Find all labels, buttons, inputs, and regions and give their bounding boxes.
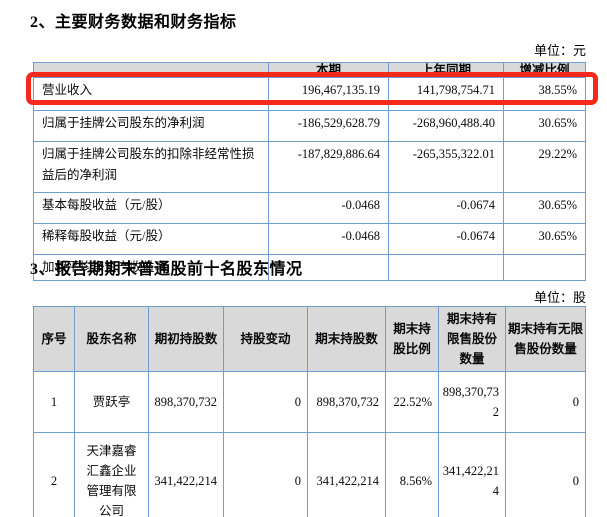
value-current: -0.0468 <box>268 192 389 224</box>
value-current: -186,529,628.79 <box>268 110 389 142</box>
value-change: 29.22% <box>503 141 586 193</box>
unit-label-share: 单位：股 <box>533 290 586 305</box>
col-header-restricted-shares: 期末持有限售股份数量 <box>438 306 506 372</box>
table-row-net-profit-excl-nonrecurring: 归属于挂牌公司股东的扣除非经常性损益后的净利润 -187,829,886.64 … <box>33 141 586 193</box>
value-current: -187,829,886.64 <box>268 141 389 193</box>
col-header-shareholder-name: 股东名称 <box>74 306 149 372</box>
value-prior: -0.0674 <box>388 223 504 255</box>
table-row-diluted-eps: 稀释每股收益（元/股） -0.0468 -0.0674 30.65% <box>33 223 586 255</box>
col-header-unrestricted-shares: 期末持有无限售股份数量 <box>505 306 586 372</box>
value-change <box>503 254 586 281</box>
restricted-shares: 341,422,214 <box>438 432 506 517</box>
value-prior: -0.0674 <box>388 192 504 224</box>
restricted-shares: 898,370,732 <box>438 371 506 433</box>
value-prior: -265,355,322.01 <box>388 141 504 193</box>
report-page: 2、主要财务数据和财务指标 单位：元 本期 上年同期 增减比例 营业收入 196… <box>0 0 607 517</box>
final-ratio: 22.52% <box>385 371 439 433</box>
table-row-basic-eps: 基本每股收益（元/股） -0.0468 -0.0674 30.65% <box>33 192 586 224</box>
unrestricted-shares: 0 <box>505 371 586 433</box>
shareholder-name: 贾跃亭 <box>74 371 149 433</box>
final-ratio: 8.56% <box>385 432 439 517</box>
col-header-share-change: 持股变动 <box>223 306 308 372</box>
row-label: 归属于挂牌公司股东的净利润 <box>33 110 269 142</box>
section-financial-title: 2、主要财务数据和财务指标 <box>30 14 237 31</box>
unrestricted-shares: 0 <box>505 432 586 517</box>
col-header-final-shares: 期末持股数 <box>307 306 386 372</box>
highlight-annotation-box <box>26 72 598 105</box>
final-shares: 898,370,732 <box>307 371 386 433</box>
shareholder-index: 2 <box>33 432 75 517</box>
section-shareholders-title: 3、报告期期末普通股前十名股东情况 <box>30 261 303 278</box>
value-current: -0.0468 <box>268 223 389 255</box>
shareholder-name: 天津嘉睿汇鑫企业管理有限公司 <box>74 432 149 517</box>
row-label: 基本每股收益（元/股） <box>33 192 269 224</box>
row-label: 归属于挂牌公司股东的扣除非经常性损益后的净利润 <box>33 141 269 193</box>
initial-shares: 341,422,214 <box>148 432 224 517</box>
shareholder-row: 2 天津嘉睿汇鑫企业管理有限公司 341,422,214 0 341,422,2… <box>33 432 586 517</box>
value-prior <box>388 254 504 281</box>
shareholder-row: 1 贾跃亭 898,370,732 0 898,370,732 22.52% 8… <box>33 371 586 433</box>
value-change: 30.65% <box>503 192 586 224</box>
unit-label-yuan: 单位：元 <box>533 43 586 58</box>
initial-shares: 898,370,732 <box>148 371 224 433</box>
share-change: 0 <box>223 432 308 517</box>
shareholder-index: 1 <box>33 371 75 433</box>
row-label: 稀释每股收益（元/股） <box>33 223 269 255</box>
value-prior: -268,960,488.40 <box>388 110 504 142</box>
shareholders-table-header-row: 序号 股东名称 期初持股数 持股变动 期末持股数 期末持股比例 期末持有限售股份… <box>33 306 586 372</box>
table-row-net-profit: 归属于挂牌公司股东的净利润 -186,529,628.79 -268,960,4… <box>33 110 586 142</box>
top-shareholders-table: 序号 股东名称 期初持股数 持股变动 期末持股数 期末持股比例 期末持有限售股份… <box>33 306 586 517</box>
col-header-initial-shares: 期初持股数 <box>148 306 224 372</box>
col-header-final-ratio: 期末持股比例 <box>385 306 439 372</box>
share-change: 0 <box>223 371 308 433</box>
col-header-index: 序号 <box>33 306 75 372</box>
value-change: 30.65% <box>503 223 586 255</box>
value-change: 30.65% <box>503 110 586 142</box>
final-shares: 341,422,214 <box>307 432 386 517</box>
